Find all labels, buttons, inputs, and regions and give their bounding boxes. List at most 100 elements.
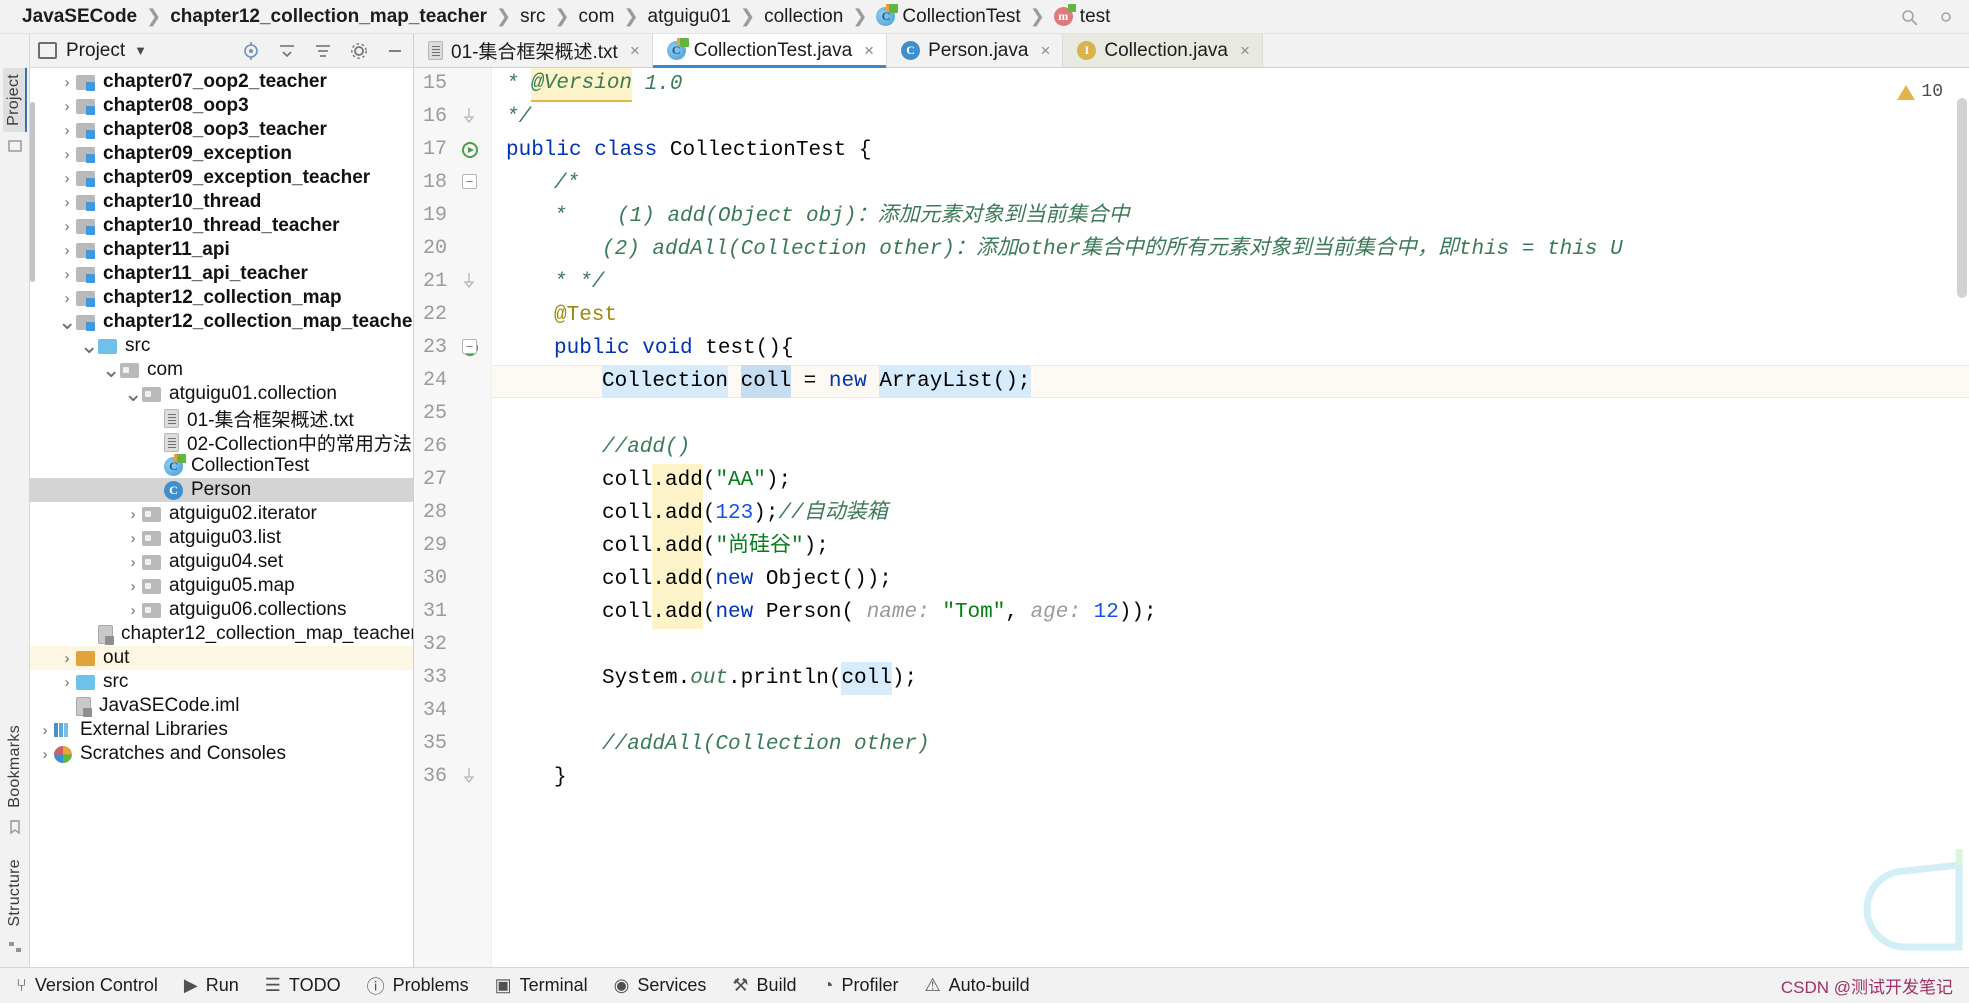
chevron-down-icon[interactable]: ▼ (134, 43, 147, 58)
tree-node[interactable]: › atguigu04.set (30, 550, 413, 574)
chevron-right-icon[interactable]: › (124, 602, 142, 619)
status-bar-item-build[interactable]: ⚒ Build (732, 975, 796, 996)
chevron-down-icon[interactable]: ⌄ (58, 311, 76, 333)
tree-node[interactable]: › chapter08_oop3_teacher (30, 118, 413, 142)
fold-end-icon[interactable] (462, 273, 477, 289)
status-bar-item-version-control[interactable]: ⑂ Version Control (16, 975, 158, 996)
tree-node[interactable]: ⌄ atguigu01.collection (30, 382, 413, 406)
tree-scrollbar[interactable] (30, 68, 35, 967)
settings-gear-icon[interactable] (349, 41, 369, 61)
chevron-right-icon[interactable]: › (124, 530, 142, 547)
editor-tab[interactable]: C CollectionTest.java × (652, 34, 888, 68)
inspection-warning-badge[interactable]: 10 (1897, 76, 1943, 109)
editor-vertical-scrollbar[interactable] (1957, 68, 1967, 967)
chevron-right-icon[interactable]: › (58, 146, 76, 163)
bookmark-icon[interactable] (7, 819, 23, 835)
code-content[interactable]: * @Version 1.0 */ public class Collectio… (492, 68, 1969, 967)
tree-node[interactable]: › Scratches and Consoles (30, 742, 413, 766)
editor-gutter[interactable]: 15 16 17 18−19 20 21 22 23−24 25 26 27 28 29 30 31 32 33… (414, 68, 492, 967)
tree-node[interactable]: › atguigu06.collections (30, 598, 413, 622)
chevron-right-icon[interactable]: › (58, 98, 76, 115)
tree-node[interactable]: › chapter09_exception_teacher (30, 166, 413, 190)
close-tab-icon[interactable]: × (1040, 41, 1050, 61)
chevron-down-icon[interactable]: ⌄ (124, 383, 142, 405)
sort-icon[interactable] (313, 41, 333, 61)
breadcrumb-item-class[interactable]: C CollectionTest (876, 4, 1021, 28)
fold-collapse-icon[interactable]: − (462, 339, 477, 354)
sidebar-item-structure[interactable]: Structure (4, 853, 26, 933)
chevron-right-icon[interactable]: › (124, 554, 142, 571)
close-tab-icon[interactable]: × (630, 41, 640, 61)
breadcrumb-item-method[interactable]: m test (1053, 4, 1110, 28)
chevron-right-icon[interactable]: › (58, 194, 76, 211)
status-bar-item-terminal[interactable]: ▣ Terminal (495, 975, 588, 996)
tree-node[interactable]: › chapter09_exception (30, 142, 413, 166)
tree-node[interactable]: › chapter10_thread (30, 190, 413, 214)
tree-node[interactable]: C Person (30, 478, 413, 502)
chevron-right-icon[interactable]: › (58, 650, 76, 667)
collapse-all-icon[interactable] (277, 41, 297, 61)
breadcrumb-item-com[interactable]: com (579, 6, 615, 28)
tree-node[interactable]: › chapter07_oop2_teacher (30, 70, 413, 94)
code-editor[interactable]: 15 16 17 18−19 20 21 22 23−24 25 26 27 28 29 30 31 32 33… (414, 68, 1969, 967)
tree-node[interactable]: › atguigu03.list (30, 526, 413, 550)
status-bar-item-problems[interactable]: ⓘ Problems (367, 973, 469, 999)
tree-node[interactable]: ⌄ src (30, 334, 413, 358)
status-bar-item-services[interactable]: ◉ Services (614, 975, 707, 996)
hide-panel-icon[interactable] (385, 41, 405, 61)
chevron-right-icon[interactable]: › (58, 242, 76, 259)
fold-end-icon[interactable] (462, 108, 477, 124)
chevron-right-icon[interactable]: › (58, 122, 76, 139)
tree-node[interactable]: JavaSECode.iml (30, 694, 413, 718)
status-bar-item-todo[interactable]: ☰ TODO (265, 975, 341, 996)
chevron-right-icon[interactable]: › (58, 74, 76, 91)
tree-node[interactable]: › atguigu05.map (30, 574, 413, 598)
tree-node[interactable]: › src (30, 670, 413, 694)
status-bar-item-run[interactable]: ▶ Run (184, 975, 239, 996)
chevron-right-icon[interactable]: › (36, 746, 54, 763)
tree-node[interactable]: chapter12_collection_map_teacher.iml (30, 622, 413, 646)
sidebar-item-bookmarks[interactable]: Bookmarks (4, 719, 26, 814)
tree-node[interactable]: › chapter12_collection_map (30, 286, 413, 310)
fold-end-icon[interactable] (462, 768, 477, 784)
breadcrumb-item-src[interactable]: src (520, 6, 545, 28)
run-test-gutter-icon[interactable] (461, 140, 481, 160)
chevron-right-icon[interactable]: › (58, 218, 76, 235)
tree-node[interactable]: ⌄ chapter12_collection_map_teacher (30, 310, 413, 334)
editor-tab[interactable]: I Collection.java × (1063, 34, 1263, 67)
editor-tab[interactable]: C Person.java × (887, 34, 1064, 67)
sidebar-item-project[interactable]: Project (2, 68, 27, 132)
tree-node[interactable]: › chapter11_api (30, 238, 413, 262)
chevron-right-icon[interactable]: › (58, 170, 76, 187)
tree-node[interactable]: ⌄ com (30, 358, 413, 382)
chevron-right-icon[interactable]: › (124, 578, 142, 595)
chevron-down-icon[interactable]: ⌄ (80, 335, 98, 357)
breadcrumb-item-module[interactable]: chapter12_collection_map_teacher (170, 6, 487, 28)
tree-node[interactable]: › out (30, 646, 413, 670)
tree-node[interactable]: › chapter10_thread_teacher (30, 214, 413, 238)
fold-collapse-icon[interactable]: − (462, 174, 477, 189)
chevron-right-icon[interactable]: › (58, 266, 76, 283)
project-files-icon[interactable] (7, 138, 23, 154)
chevron-right-icon[interactable]: › (58, 290, 76, 307)
close-tab-icon[interactable]: × (864, 41, 874, 61)
breadcrumb-item-project[interactable]: JavaSECode (22, 6, 137, 28)
chevron-right-icon[interactable]: › (36, 722, 54, 739)
tree-node[interactable]: 01-集合框架概述.txt (30, 406, 413, 431)
status-bar-item-profiler[interactable]: ◔ Profiler (823, 975, 899, 996)
structure-icon[interactable] (7, 939, 23, 955)
tree-node[interactable]: › chapter08_oop3 (30, 94, 413, 118)
tree-node[interactable]: C CollectionTest (30, 453, 413, 478)
tree-node[interactable]: 02-Collection中的常用方法.txt (30, 430, 413, 455)
status-bar-item-auto-build[interactable]: ⚠ Auto-build (924, 975, 1029, 996)
search-everywhere-icon[interactable] (1901, 9, 1923, 25)
project-tree[interactable]: › chapter07_oop2_teacher › chapter08_oop3 › c… (30, 68, 413, 967)
breadcrumb-item-atguigu01[interactable]: atguigu01 (648, 6, 731, 28)
tree-node[interactable]: › atguigu02.iterator (30, 502, 413, 526)
settings-gear-icon[interactable] (1937, 9, 1955, 25)
tree-node[interactable]: › External Libraries (30, 718, 413, 742)
editor-tab[interactable]: 01-集合框架概述.txt × (414, 34, 653, 67)
locate-icon[interactable] (241, 41, 261, 61)
breadcrumb-item-collection[interactable]: collection (764, 6, 843, 28)
chevron-right-icon[interactable]: › (58, 674, 76, 691)
